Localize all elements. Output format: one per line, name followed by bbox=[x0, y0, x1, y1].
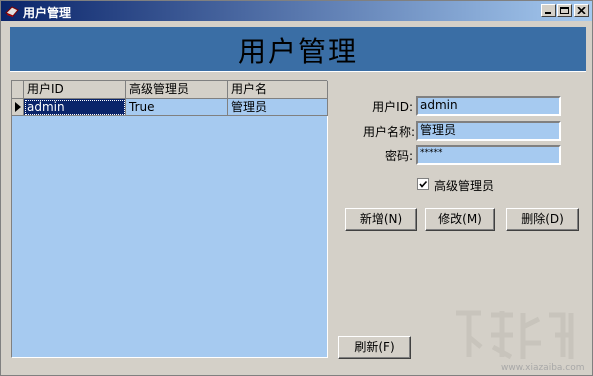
minimize-button[interactable] bbox=[541, 4, 556, 17]
grid-header: 用户ID 高级管理员 用户名 bbox=[12, 81, 328, 99]
user-grid[interactable]: 用户ID 高级管理员 用户名 admin True 管理员 bbox=[11, 80, 328, 358]
row-selector[interactable] bbox=[12, 99, 24, 116]
app-icon bbox=[5, 6, 19, 17]
column-header-user-name[interactable]: 用户名 bbox=[228, 81, 328, 99]
divider bbox=[10, 71, 586, 72]
column-header-user-id[interactable]: 用户ID bbox=[24, 81, 126, 99]
column-header-admin[interactable]: 高级管理员 bbox=[126, 81, 228, 99]
password-label: 密码: bbox=[384, 149, 413, 163]
user-id-label: 用户ID: bbox=[372, 100, 413, 114]
maximize-button[interactable] bbox=[557, 4, 572, 17]
header-banner: 用户管理 bbox=[10, 27, 586, 71]
add-button[interactable]: 新增(N) bbox=[345, 208, 417, 231]
cell-admin[interactable]: True bbox=[126, 99, 228, 116]
cell-user-name[interactable]: 管理员 bbox=[228, 99, 328, 116]
admin-checkbox[interactable] bbox=[417, 178, 429, 190]
main-window: 用户管理 用户管理 用户ID 高级管理员 用户名 admin True 管理员 … bbox=[0, 0, 593, 376]
current-row-arrow-icon bbox=[15, 102, 21, 112]
cell-user-id[interactable]: admin bbox=[24, 99, 126, 116]
close-button[interactable] bbox=[574, 4, 589, 17]
admin-checkbox-label[interactable]: 高级管理员 bbox=[434, 177, 494, 194]
delete-button[interactable]: 删除(D) bbox=[506, 208, 579, 231]
grid-corner-cell bbox=[12, 81, 24, 99]
check-icon bbox=[419, 180, 428, 188]
title-bar[interactable]: 用户管理 bbox=[1, 1, 592, 21]
window-title: 用户管理 bbox=[23, 6, 72, 20]
close-icon bbox=[577, 7, 586, 14]
watermark-logo bbox=[456, 310, 574, 360]
page-title: 用户管理 bbox=[237, 35, 358, 68]
user-id-field[interactable]: admin bbox=[416, 96, 561, 116]
refresh-button[interactable]: 刷新(F) bbox=[338, 336, 411, 359]
maximize-icon bbox=[560, 7, 569, 14]
password-field[interactable]: ***** bbox=[416, 145, 561, 165]
minimize-icon bbox=[545, 12, 551, 14]
watermark-url: www.xiazaiba.com bbox=[501, 363, 585, 373]
user-name-label: 用户名称: bbox=[362, 125, 415, 139]
edit-button[interactable]: 修改(M) bbox=[425, 208, 495, 231]
user-name-field[interactable]: 管理员 bbox=[416, 121, 561, 141]
